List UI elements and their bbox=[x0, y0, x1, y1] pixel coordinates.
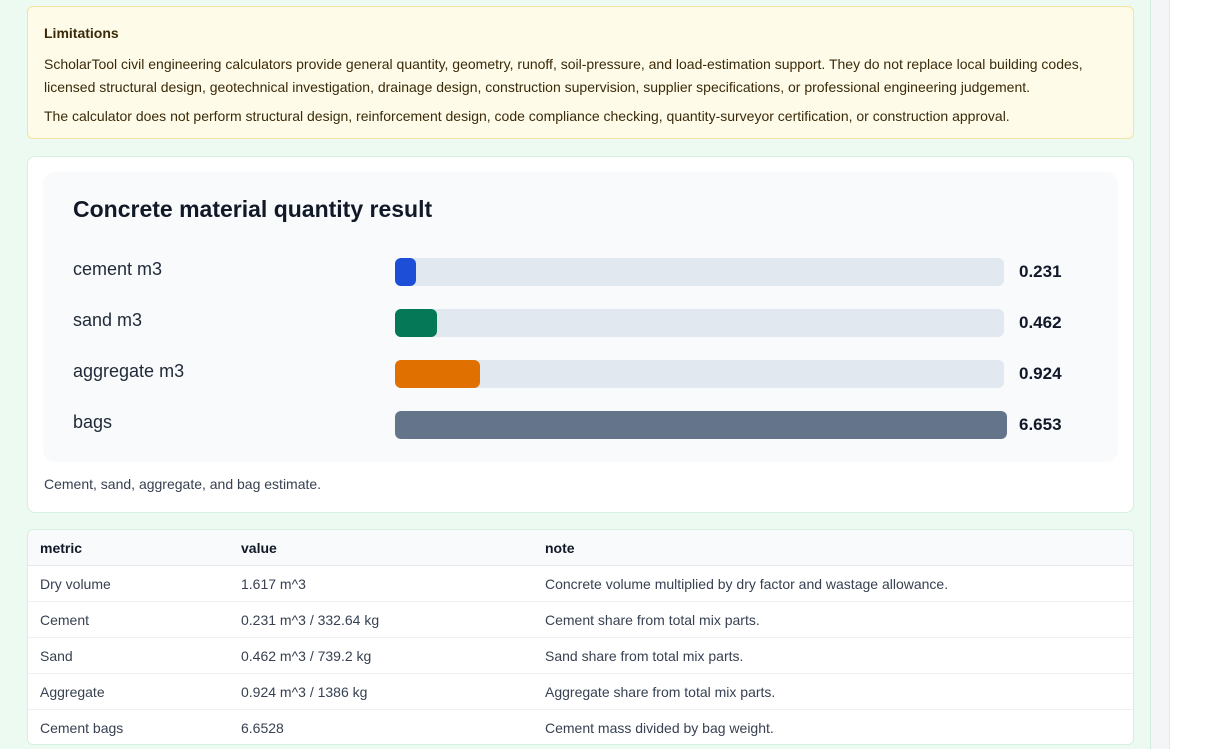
limitations-title: Limitations bbox=[44, 25, 119, 41]
results-table: metric value note Dry volume 1.617 m^3 Con… bbox=[28, 530, 1133, 745]
bar-track bbox=[395, 309, 1004, 337]
cell-note: Aggregate share from total mix parts. bbox=[533, 673, 1133, 710]
cell-value: 0.924 m^3 / 1386 kg bbox=[229, 673, 533, 710]
bar bbox=[395, 360, 480, 388]
table-body: Dry volume 1.617 m^3 Concrete volume multi… bbox=[28, 565, 1133, 745]
bar-track bbox=[395, 411, 1007, 439]
bar-value-label: 0.462 bbox=[1019, 313, 1062, 332]
cell-note: Cement share from total mix parts. bbox=[533, 601, 1133, 638]
right-sidebar bbox=[1169, 0, 1207, 749]
cell-note: Concrete volume multiplied by dry factor… bbox=[533, 565, 1133, 602]
bar bbox=[395, 258, 416, 286]
cell-note: Cement mass divided by bag weight. bbox=[545, 719, 774, 736]
table-row: Aggregate 0.924 m^3 / 1386 kg Aggregate sh… bbox=[28, 673, 1133, 710]
table-header-row: metric value note bbox=[28, 530, 1133, 566]
table-row: Dry volume 1.617 m^3 Concrete volume multi… bbox=[28, 565, 1133, 602]
cell-metric: Aggregate bbox=[28, 673, 229, 710]
cell-metric: Cement bags bbox=[40, 719, 124, 736]
bar-value-label: 0.231 bbox=[1019, 262, 1062, 281]
column-header-metric: metric bbox=[28, 530, 229, 566]
bar-label: sand m3 bbox=[73, 310, 143, 330]
cell-value: 1.617 m^3 bbox=[229, 565, 533, 602]
cell-value: 0.231 m^3 / 332.64 kg bbox=[229, 601, 533, 638]
cell-metric: Cement bbox=[28, 601, 229, 638]
table-row: Cement 0.231 m^3 / 332.64 kg Cement share … bbox=[28, 601, 1133, 638]
bar bbox=[395, 309, 437, 337]
bar-label: bags bbox=[73, 412, 113, 432]
column-header-value: value bbox=[229, 530, 533, 566]
limitations-paragraph: ScholarTool civil engineering calculator… bbox=[44, 56, 1083, 95]
results-table-card: metric value note Dry volume 1.617 m^3 Con… bbox=[27, 529, 1134, 745]
cell-note: Sand share from total mix parts. bbox=[533, 637, 1133, 674]
chart-title: Concrete material quantity result bbox=[73, 196, 433, 222]
cell-metric: Sand bbox=[28, 637, 229, 674]
page-gutter bbox=[1151, 0, 1169, 749]
cell-value: 6.6528 bbox=[241, 719, 284, 736]
result-card: Concrete material quantity result cement… bbox=[27, 156, 1134, 513]
table-row: Cement bags 6.6528 Cement mass divided by … bbox=[28, 710, 1133, 745]
bar-track bbox=[395, 360, 1004, 388]
cell-metric: Dry volume bbox=[28, 565, 229, 602]
limitations-paragraph: The calculator does not perform structur… bbox=[44, 108, 1010, 124]
table-row: Sand 0.462 m^3 / 739.2 kg Sand share from … bbox=[28, 637, 1133, 674]
bar bbox=[395, 411, 1007, 439]
limitations-notice: Limitations ScholarTool civil engineerin… bbox=[27, 6, 1134, 139]
bar-chart: Concrete material quantity result cement… bbox=[43, 172, 1118, 462]
bar-label: aggregate m3 bbox=[73, 361, 185, 381]
column-header-note: note bbox=[533, 530, 1133, 566]
chart-caption: Cement, sand, aggregate, and bag estimat… bbox=[44, 476, 322, 492]
bar-value-label: 6.653 bbox=[1019, 415, 1062, 434]
main-panel: Limitations ScholarTool civil engineerin… bbox=[0, 0, 1151, 749]
bar-track bbox=[395, 258, 1004, 286]
cell-value: 0.462 m^3 / 739.2 kg bbox=[229, 637, 533, 674]
bar-label: cement m3 bbox=[73, 259, 163, 279]
bar-value-label: 0.924 bbox=[1019, 364, 1062, 383]
